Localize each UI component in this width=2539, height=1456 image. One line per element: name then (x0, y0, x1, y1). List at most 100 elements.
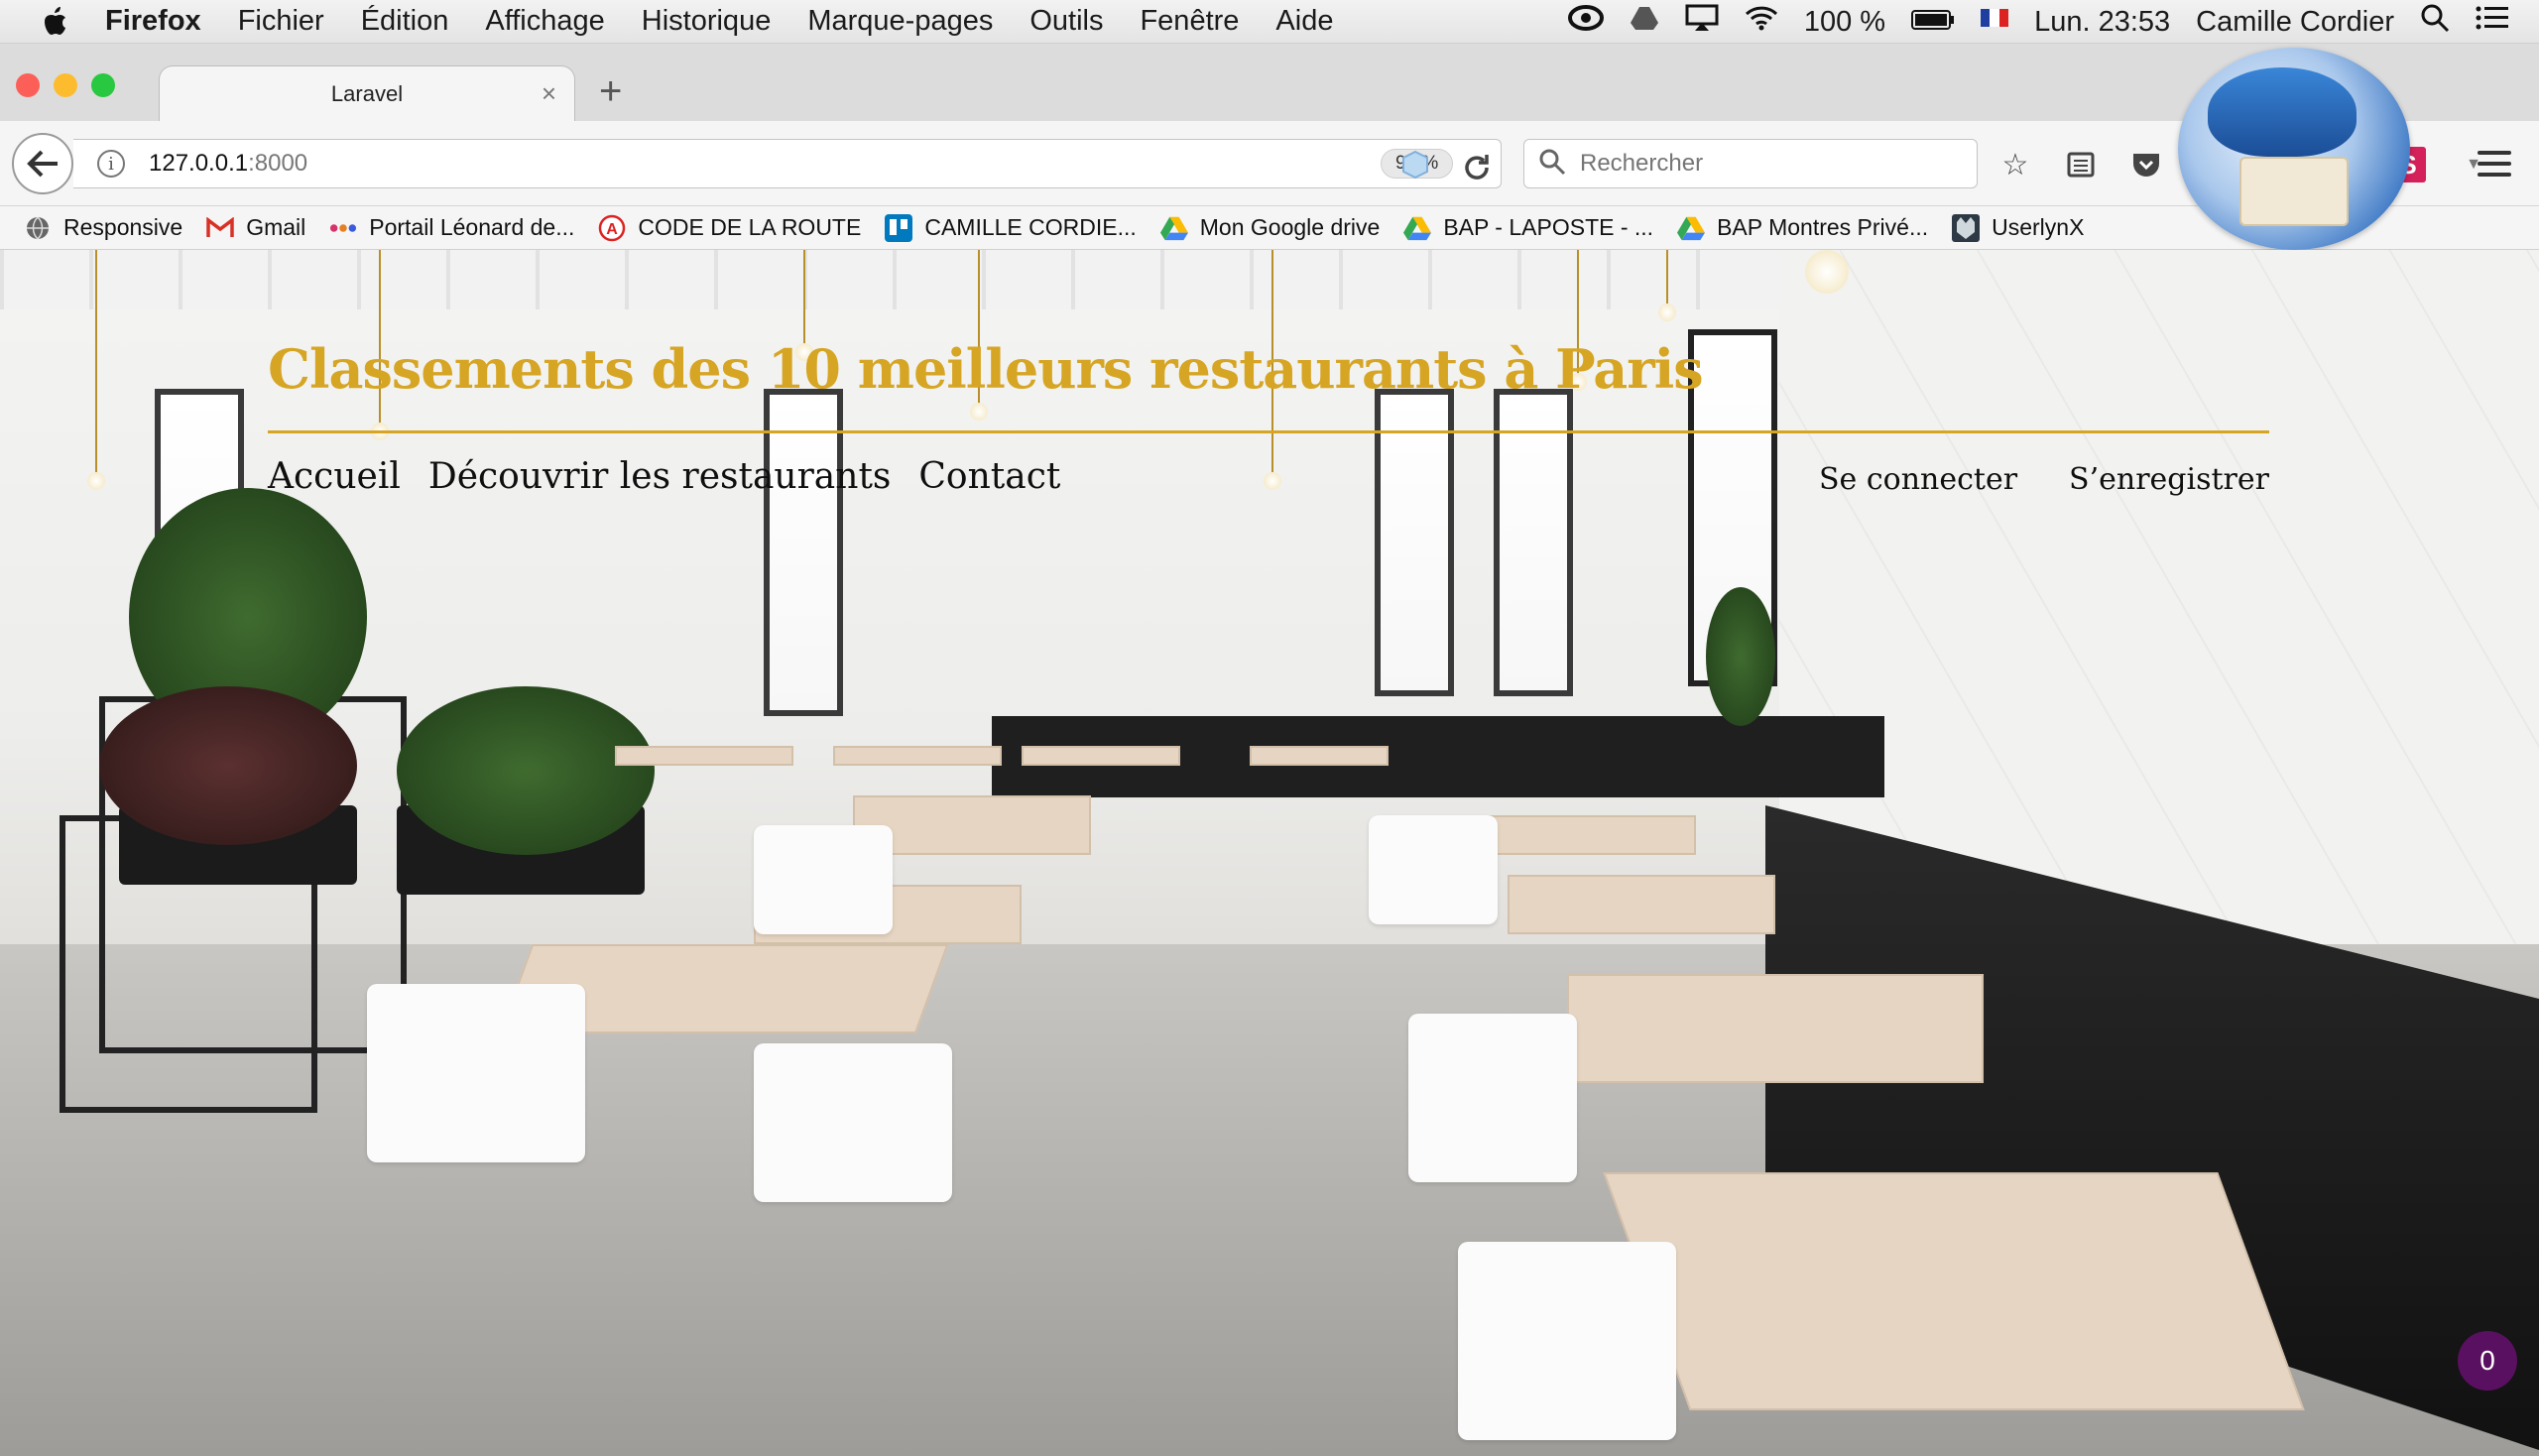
menu-fenetre[interactable]: Fenêtre (1140, 5, 1239, 38)
new-tab-button[interactable]: + (599, 69, 622, 114)
window-zoom-button[interactable] (91, 73, 115, 97)
menubar-user[interactable]: Camille Cordier (2196, 6, 2394, 39)
bulb-decor (970, 403, 988, 421)
battery-percent: 100 % (1803, 5, 1886, 38)
table-decor (833, 746, 1002, 766)
page-viewport: Classements des 10 meilleurs restaurants… (0, 250, 2539, 1456)
menu-aide[interactable]: Aide (1275, 5, 1333, 38)
search-icon (1538, 148, 1566, 181)
bulb-decor (1264, 472, 1281, 490)
reader-list-icon[interactable] (2063, 147, 2099, 182)
bookmarks-toolbar: Responsive Gmail Portail Léonard de... A… (0, 206, 2539, 250)
chair-decor (367, 984, 585, 1162)
bookmark-gmail[interactable]: Gmail (206, 214, 305, 242)
menu-affichage[interactable]: Affichage (485, 5, 604, 38)
back-button[interactable] (12, 133, 73, 194)
bookmark-bap-montres[interactable]: BAP Montres Privé... (1677, 214, 1928, 242)
bookmark-bap-laposte[interactable]: BAP - LAPOSTE - ... (1403, 214, 1653, 242)
back-arrow-icon (27, 150, 58, 178)
wifi-icon[interactable] (1745, 5, 1778, 39)
drive-icon (1403, 214, 1432, 242)
drive-sync-icon[interactable] (1630, 5, 1659, 39)
drive-icon (1159, 214, 1188, 242)
menu-fichier[interactable]: Fichier (238, 5, 324, 38)
window-close-button[interactable] (16, 73, 40, 97)
window-decor (1494, 389, 1573, 696)
site-title: Classements des 10 meilleurs restaurants… (268, 337, 1704, 401)
bookmark-portail-leonard[interactable]: Portail Léonard de... (329, 214, 574, 242)
table-decor (615, 746, 793, 766)
nav-accueil-link[interactable]: Accueil (268, 456, 401, 497)
tab-close-icon[interactable]: × (542, 78, 556, 109)
code-route-icon: A (598, 214, 626, 242)
bookmark-google-drive[interactable]: Mon Google drive (1159, 214, 1380, 242)
chair-decor (1458, 1242, 1676, 1440)
bulb-decor (1658, 303, 1676, 321)
trello-icon (885, 213, 913, 242)
url-text[interactable]: 127.0.0.1:8000 (149, 150, 307, 178)
table-decor (1567, 974, 1984, 1083)
plant-decor (99, 686, 357, 845)
site-info-icon[interactable]: i (97, 150, 125, 178)
container-cube-icon[interactable] (1400, 150, 1430, 184)
browser-tab-active[interactable]: Laravel × (159, 65, 575, 121)
chair-decor (754, 825, 893, 934)
gmail-icon (206, 214, 234, 242)
notification-center-icon[interactable] (2476, 5, 2509, 39)
airplay-icon[interactable] (1685, 4, 1719, 40)
table-decor (1508, 875, 1775, 934)
pendant-light-decor (95, 250, 97, 478)
register-link[interactable]: S’enregistrer (2069, 462, 2269, 497)
menu-outils[interactable]: Outils (1029, 5, 1103, 38)
chair-decor (754, 1043, 952, 1202)
chair-decor (1369, 815, 1498, 924)
menu-app-name[interactable]: Firefox (105, 5, 201, 38)
plant-decor (1706, 587, 1775, 726)
navigation-toolbar: i 127.0.0.1:8000 90 % ☆ 50 S ▼ (0, 121, 2539, 206)
macos-menubar: Firefox Fichier Édition Affichage Histor… (0, 0, 2539, 44)
nav-contact-link[interactable]: Contact (918, 456, 1060, 497)
browser-tabstrip: Laravel × + (0, 44, 2539, 121)
thunderbird-icon[interactable] (2178, 48, 2410, 250)
nav-restaurants-link[interactable]: Découvrir les restaurants (428, 456, 892, 497)
auth-links: Se connecter S’enregistrer (1819, 462, 2269, 497)
chair-decor (1408, 1014, 1577, 1182)
search-input[interactable] (1580, 150, 1937, 178)
menu-hamburger-icon[interactable] (2478, 151, 2511, 183)
bookmark-responsive[interactable]: Responsive (24, 214, 182, 242)
site-nav: Accueil Découvrir les restaurants Contac… (268, 456, 1060, 497)
userlynx-icon (1952, 213, 1981, 242)
bookmark-code-route[interactable]: A CODE DE LA ROUTE (598, 214, 861, 242)
plant-decor (397, 686, 655, 855)
apple-icon[interactable] (36, 6, 75, 37)
pendant-light-decor (1666, 250, 1668, 309)
window-decor (764, 389, 843, 716)
notification-count-badge[interactable]: 0 (2458, 1331, 2517, 1391)
bookmark-camille-cordier[interactable]: CAMILLE CORDIE... (885, 213, 1137, 242)
window-minimize-button[interactable] (54, 73, 77, 97)
table-decor (1022, 746, 1180, 766)
tab-title: Laravel (330, 80, 404, 106)
menu-edition[interactable]: Édition (361, 5, 449, 38)
dots-icon (329, 214, 357, 242)
menu-historique[interactable]: Historique (642, 5, 772, 38)
login-link[interactable]: Se connecter (1819, 462, 2017, 497)
menubar-clock[interactable]: Lun. 23:53 (2034, 6, 2170, 39)
table-decor (1250, 746, 1389, 766)
creative-cloud-icon[interactable] (1567, 5, 1604, 39)
bookmark-userlynx[interactable]: UserlynX (1952, 213, 2084, 242)
pocket-icon[interactable] (2128, 147, 2164, 182)
search-box[interactable] (1523, 139, 1978, 188)
url-bar[interactable]: i 127.0.0.1:8000 90 % (73, 139, 1502, 188)
bulb-decor (1805, 250, 1849, 294)
battery-icon[interactable] (1911, 6, 1955, 39)
menu-marque-pages[interactable]: Marque-pages (807, 5, 993, 38)
bookmark-star-icon[interactable]: ☆ (1997, 147, 2033, 182)
table-decor (1603, 1172, 2305, 1410)
window-decor (1375, 389, 1454, 696)
pendant-light-decor (803, 250, 805, 349)
table-decor (1478, 815, 1696, 855)
reload-icon[interactable] (1462, 153, 1492, 190)
spotlight-search-icon[interactable] (2420, 3, 2450, 41)
flag-fr-icon[interactable] (1981, 6, 2009, 39)
